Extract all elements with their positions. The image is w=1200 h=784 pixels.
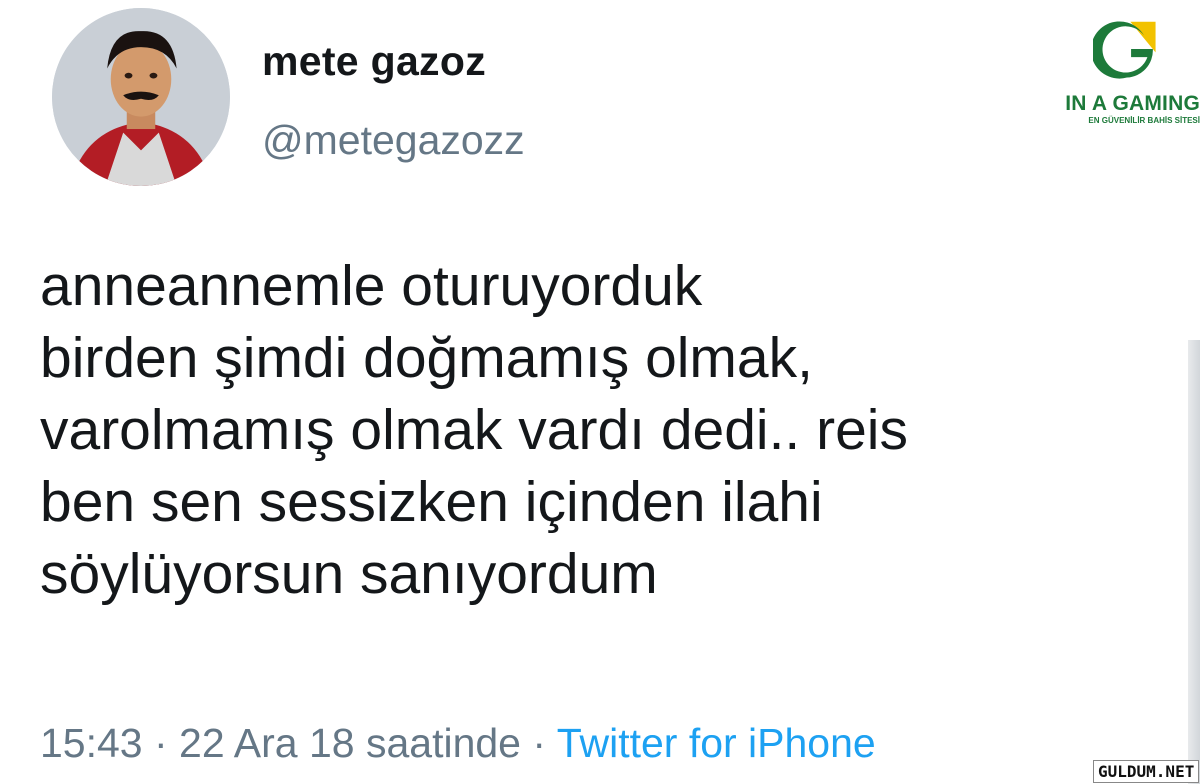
tweet-line: birden şimdi doğmamış olmak, xyxy=(40,326,813,390)
brand-logo-icon xyxy=(1093,21,1156,79)
tweet-text: anneannemle oturuyorduk birden şimdi doğ… xyxy=(40,250,1170,610)
tweet-date[interactable]: 22 Ara 18 saatinde xyxy=(179,720,521,766)
tweet-metadata: 15:43 · 22 Ara 18 saatinde · Twitter for… xyxy=(40,720,876,767)
avatar[interactable] xyxy=(52,8,230,186)
tweet-line: anneannemle oturuyorduk xyxy=(40,254,703,318)
meta-separator: · xyxy=(142,720,180,766)
tweet-line: ben sen sessizken içinden ilahi xyxy=(40,470,823,534)
profile-photo-icon xyxy=(52,8,230,186)
scrollbar[interactable] xyxy=(1188,340,1200,784)
brand-name: IN A GAMING xyxy=(1065,92,1200,115)
tweet-line: varolmamış olmak vardı dedi.. reis xyxy=(40,398,908,462)
tweet-line: söylüyorsun sanıyordum xyxy=(40,542,658,606)
display-name[interactable]: mete gazoz xyxy=(262,38,486,85)
user-handle[interactable]: @metegazozz xyxy=(262,117,525,164)
tweet-source-link[interactable]: Twitter for iPhone xyxy=(557,720,876,766)
tweet-time[interactable]: 15:43 xyxy=(40,720,143,766)
meta-separator: · xyxy=(520,720,557,766)
brand-tagline: EN GÜVENİLİR BAHİS SİTESİ xyxy=(1088,116,1200,125)
brand-badge: IN A GAMING EN GÜVENİLİR BAHİS SİTESİ xyxy=(1052,14,1200,134)
watermark: GULDUM.NET xyxy=(1093,760,1200,783)
